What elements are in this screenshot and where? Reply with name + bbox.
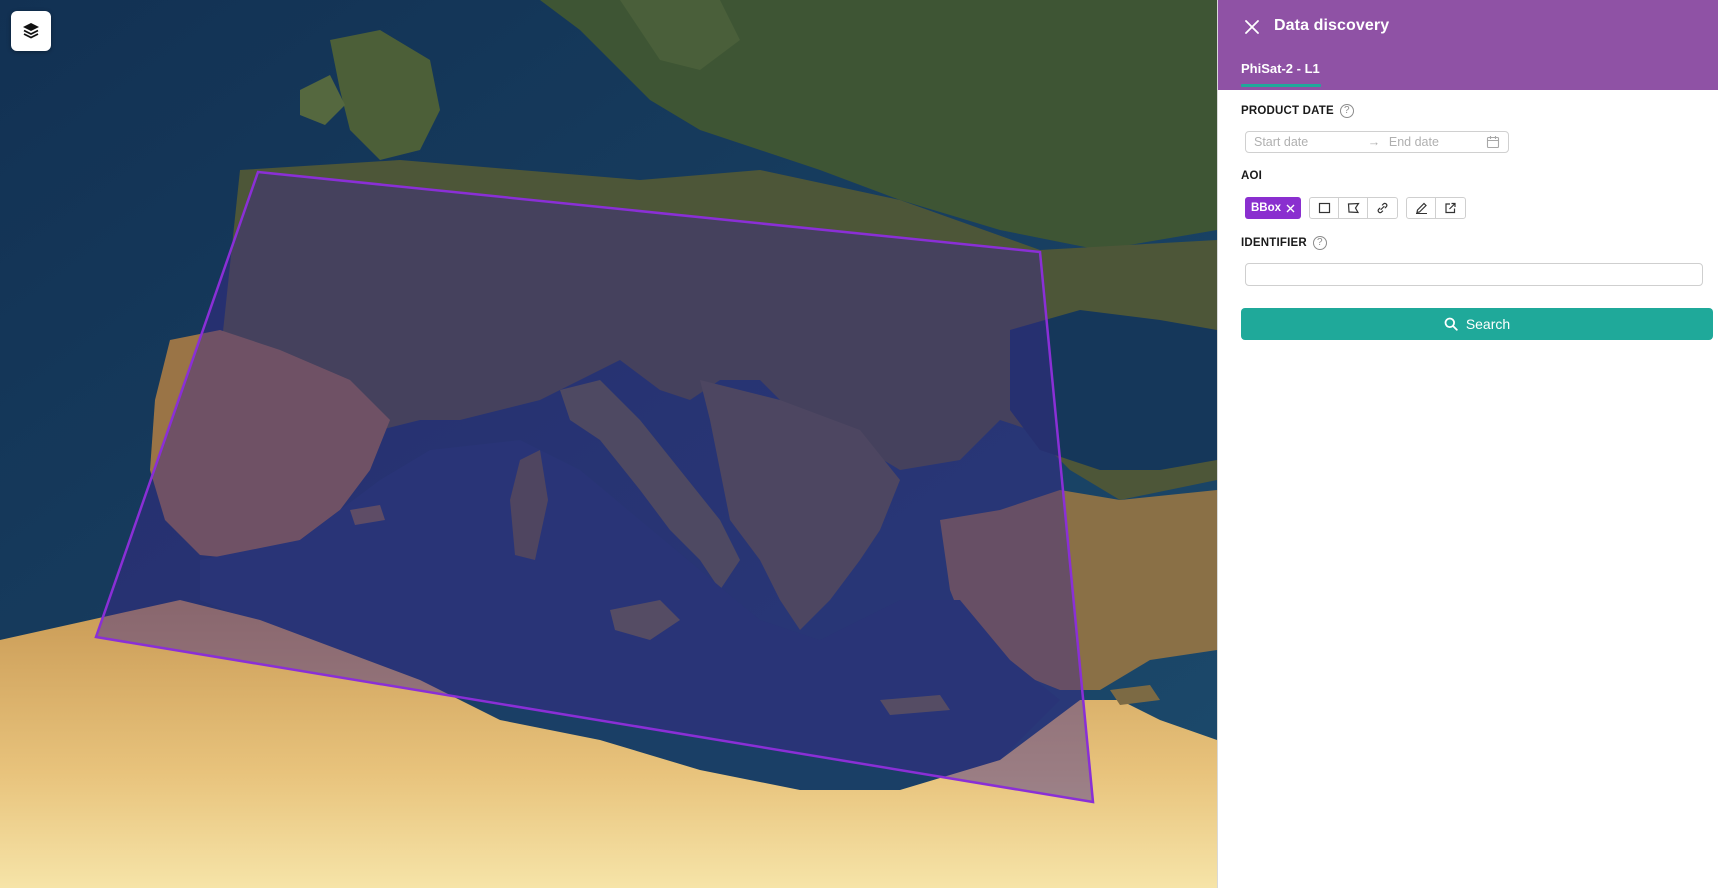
edit-button[interactable] <box>1407 198 1437 218</box>
edit-tools-group <box>1406 197 1467 219</box>
import-button[interactable] <box>1436 198 1465 218</box>
calendar-icon[interactable] <box>1486 135 1500 149</box>
panel-header: Data discovery PhiSat-2 - L1 <box>1218 0 1718 90</box>
link-button[interactable] <box>1368 198 1397 218</box>
help-icon[interactable]: ? <box>1312 236 1327 250</box>
data-discovery-panel: Data discovery PhiSat-2 - L1 PRODUCT DAT… <box>1217 0 1718 888</box>
start-date-input[interactable]: Start date <box>1254 135 1363 149</box>
satellite-basemap <box>0 0 1217 888</box>
pencil-icon <box>1415 202 1427 214</box>
draw-rectangle-button[interactable] <box>1310 198 1340 218</box>
date-range-picker[interactable]: Start date → End date <box>1245 131 1509 153</box>
active-tab-indicator <box>1241 84 1321 87</box>
draw-polygon-button[interactable] <box>1339 198 1369 218</box>
panel-title: Data discovery <box>1274 17 1390 34</box>
search-icon <box>1444 317 1458 331</box>
search-button[interactable]: Search <box>1241 308 1713 340</box>
tab-phisat-2-l1[interactable]: PhiSat-2 - L1 <box>1241 61 1320 76</box>
close-icon[interactable] <box>1286 204 1295 213</box>
close-icon <box>1245 20 1259 34</box>
layers-button[interactable] <box>11 11 51 51</box>
app: Data discovery PhiSat-2 - L1 PRODUCT DAT… <box>0 0 1718 888</box>
end-date-input[interactable]: End date <box>1385 135 1486 149</box>
product-date-label: PRODUCT DATE ? <box>1241 104 1354 118</box>
import-icon <box>1445 202 1456 214</box>
aoi-label-text: AOI <box>1241 170 1263 182</box>
identifier-input[interactable] <box>1245 263 1703 286</box>
rectangle-icon <box>1318 202 1330 214</box>
layers-icon <box>23 23 39 39</box>
aoi-toolbar: BBox <box>1245 197 1467 219</box>
map-view[interactable] <box>0 0 1217 888</box>
identifier-label: IDENTIFIER ? <box>1241 236 1327 250</box>
close-button[interactable] <box>1241 16 1263 38</box>
search-button-label: Search <box>1465 316 1511 332</box>
draw-tools-group <box>1309 197 1399 219</box>
link-icon <box>1377 202 1388 214</box>
arrow-right-icon: → <box>1367 135 1381 149</box>
aoi-label: AOI <box>1241 170 1262 182</box>
bbox-tag-label: BBox <box>1251 202 1282 214</box>
help-icon[interactable]: ? <box>1339 104 1354 118</box>
identifier-label-text: IDENTIFIER <box>1241 237 1307 249</box>
bbox-tag[interactable]: BBox <box>1245 197 1302 219</box>
product-date-label-text: PRODUCT DATE <box>1241 105 1334 117</box>
polygon-icon <box>1347 202 1360 214</box>
